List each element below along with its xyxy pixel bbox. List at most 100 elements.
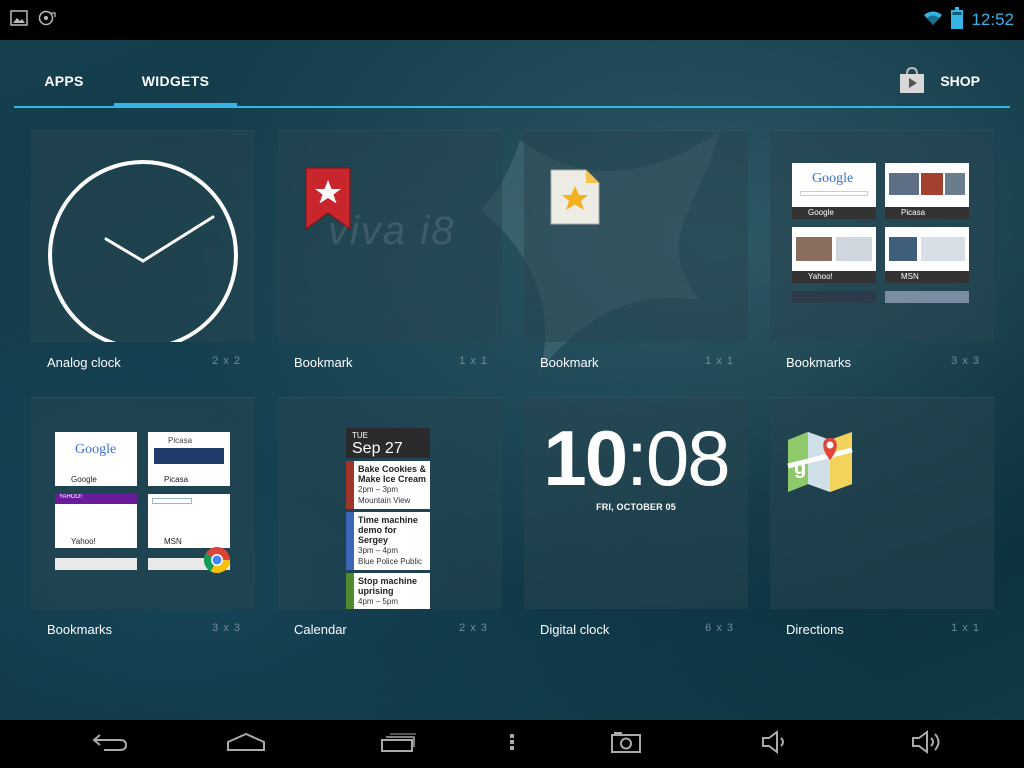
screenshot-icon xyxy=(611,731,641,758)
widget-preview: TUE Sep 27 Bake Cookies & Make Ice Cream… xyxy=(278,397,502,609)
widget-preview xyxy=(31,130,255,342)
widget-bookmark-2[interactable]: Bookmark 1 x 1 xyxy=(524,130,748,380)
widget-bookmarks[interactable]: Google Google Picasa Yahoo! MSN Bookmark… xyxy=(770,130,994,380)
calendar-event: Bake Cookies & Make Ice Cream 2pm – 3pm … xyxy=(346,461,430,509)
yahoo-logo: YAHOO! xyxy=(59,494,82,500)
nav-bar xyxy=(0,720,1024,768)
thumbnail-picasa: Picasa xyxy=(885,163,969,219)
bookmark-ribbon-icon xyxy=(305,167,351,236)
shop-button[interactable]: SHOP xyxy=(898,61,980,101)
widget-dimensions: 1 x 1 xyxy=(459,355,488,367)
calendar-preview: TUE Sep 27 Bake Cookies & Make Ice Cream… xyxy=(346,428,430,609)
widget-dimensions: 3 x 3 xyxy=(212,622,241,634)
thumbnail-yahoo: YAHOO! Yahoo! xyxy=(55,494,137,548)
event-time: 3pm – 4pm xyxy=(358,546,399,555)
tab-widgets[interactable]: WIDGETS xyxy=(114,56,237,108)
widget-digital-clock[interactable]: 10:08 FRI, OCTOBER 05 Digital clock 6 x … xyxy=(524,397,748,647)
widget-analog-clock[interactable]: Analog clock 2 x 2 xyxy=(31,130,255,380)
tab-bar: APPS WIDGETS SHOP xyxy=(14,56,1010,108)
widget-dimensions: 6 x 3 xyxy=(705,622,734,634)
menu-button[interactable] xyxy=(477,720,547,768)
widget-label: Calendar xyxy=(294,622,347,637)
picasa-logo: Picasa xyxy=(168,436,193,445)
widget-dimensions: 2 x 3 xyxy=(459,622,488,634)
thumbnail-caption: Yahoo! xyxy=(55,536,137,548)
volume-down-button[interactable] xyxy=(741,720,811,768)
recent-apps-icon xyxy=(380,732,416,757)
thumbnail-yahoo: Yahoo! xyxy=(792,227,876,283)
widget-directions[interactable]: g Directions 1 x 1 xyxy=(770,397,994,647)
google-logo: Google xyxy=(75,442,117,457)
clock-minutes: 08 xyxy=(645,414,731,502)
volume-up-button[interactable] xyxy=(892,720,962,768)
thumbnail-msn: MSN xyxy=(885,227,969,283)
analog-clock-icon xyxy=(48,160,238,342)
volume-down-icon xyxy=(761,729,791,759)
widget-dimensions: 1 x 1 xyxy=(705,355,734,367)
thumbnail-caption: Picasa xyxy=(148,474,230,486)
sync-disc-icon xyxy=(38,10,56,31)
shop-label: SHOP xyxy=(940,73,980,89)
widget-preview: g xyxy=(770,397,994,609)
widget-label: Bookmarks xyxy=(47,622,113,637)
widget-dimensions: 1 x 1 xyxy=(951,622,980,634)
calendar-event: Stop machine uprising 4pm – 5pm xyxy=(346,573,430,609)
thumbnail-partial xyxy=(885,291,969,303)
widget-dimensions: 3 x 3 xyxy=(951,355,980,367)
thumbnail-msn: MSN xyxy=(148,494,230,548)
widget-dimensions: 2 x 2 xyxy=(212,355,241,367)
event-place: Blue Police Public xyxy=(358,557,423,566)
widget-preview xyxy=(524,130,748,342)
recent-apps-button[interactable] xyxy=(363,720,433,768)
widget-preview: Google Google Picasa Yahoo! MSN xyxy=(770,130,994,342)
tab-apps[interactable]: APPS xyxy=(14,56,114,106)
tab-divider xyxy=(14,106,1010,108)
chrome-icon xyxy=(203,546,231,579)
menu-icon xyxy=(509,733,515,756)
home-icon xyxy=(226,732,266,757)
calendar-date: Sep 27 xyxy=(352,440,403,457)
event-time: 4pm – 5pm xyxy=(358,597,399,606)
clock-date: FRI, OCTOBER 05 xyxy=(596,502,676,512)
volume-up-icon xyxy=(911,729,943,759)
calendar-day: TUE xyxy=(352,431,368,440)
widget-bookmark[interactable]: viva i8 Bookmark 1 x 1 xyxy=(278,130,502,380)
thumbnail-partial xyxy=(792,291,876,303)
wifi-icon xyxy=(923,10,943,31)
digital-clock-preview: 10:08 FRI, OCTOBER 05 xyxy=(534,418,738,512)
widget-calendar[interactable]: TUE Sep 27 Bake Cookies & Make Ice Cream… xyxy=(278,397,502,647)
event-title: Bake Cookies & Make Ice Cream xyxy=(358,464,427,484)
widget-preview: viva i8 xyxy=(278,130,502,342)
svg-text:g: g xyxy=(794,457,806,479)
widget-preview: 10:08 FRI, OCTOBER 05 xyxy=(524,397,748,609)
calendar-header: TUE Sep 27 xyxy=(346,428,430,458)
thumbnail-caption: Google xyxy=(792,207,876,219)
picture-icon xyxy=(10,9,28,31)
widget-preview: Google Google Picasa Picasa YAHOO! Yahoo… xyxy=(31,397,255,609)
status-bar: 12:52 xyxy=(0,0,1024,40)
event-title: Time machine demo for Sergey xyxy=(358,515,418,545)
battery-icon xyxy=(951,6,964,34)
thumbnail-caption: Google xyxy=(55,474,137,486)
maps-icon: g xyxy=(786,430,854,499)
clock-hours: 10 xyxy=(543,414,628,502)
clock-separator: : xyxy=(626,414,648,502)
event-title: Stop machine uprising xyxy=(358,576,418,596)
widget-label: Digital clock xyxy=(540,622,610,637)
event-place: Mountain View xyxy=(358,496,411,505)
widget-label: Bookmarks xyxy=(786,355,852,370)
thumbnail-caption: Yahoo! xyxy=(792,271,876,283)
home-button[interactable] xyxy=(211,720,281,768)
thumbnail-caption: MSN xyxy=(885,271,969,283)
shopping-bag-icon xyxy=(898,66,926,97)
back-icon xyxy=(92,732,128,757)
google-logo: Google xyxy=(812,171,854,186)
thumbnail-google: Google Google xyxy=(792,163,876,219)
back-button[interactable] xyxy=(75,720,145,768)
widget-label: Analog clock xyxy=(47,355,121,370)
event-time: 2pm – 3pm xyxy=(358,485,399,494)
thumbnail-google: Google Google xyxy=(55,432,137,486)
widget-label: Bookmark xyxy=(540,355,599,370)
widget-bookmarks-2[interactable]: Google Google Picasa Picasa YAHOO! Yahoo… xyxy=(31,397,255,647)
screenshot-button[interactable] xyxy=(591,720,661,768)
